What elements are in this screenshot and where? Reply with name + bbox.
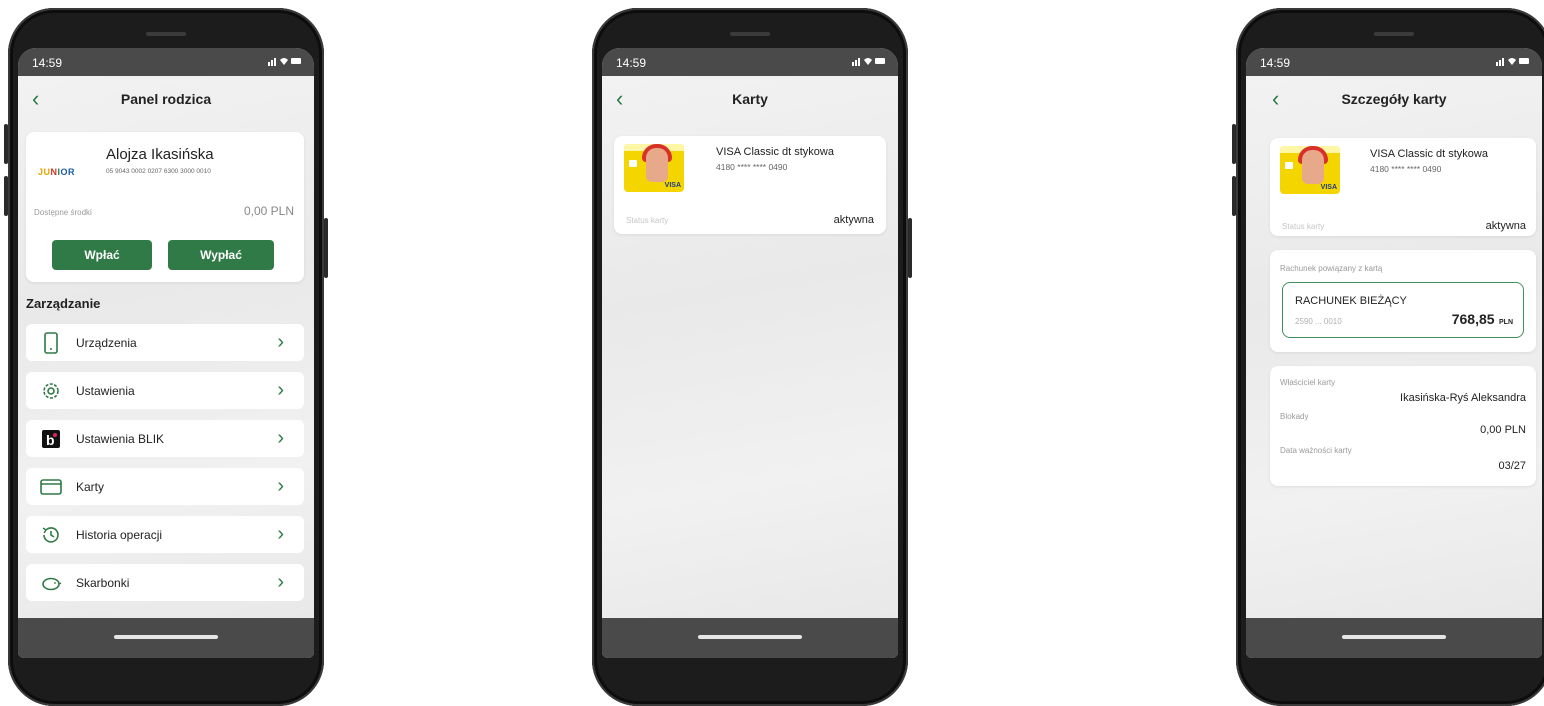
withdraw-button[interactable]: Wypłać: [168, 240, 274, 270]
card-status-value: aktywna: [833, 214, 874, 226]
available-value: 0,00 PLN: [243, 204, 294, 218]
linked-account-box[interactable]: RACHUNEK BIEŻĄCY 2590 ... 0010 768,85 PL…: [1282, 282, 1524, 338]
linked-account-currency: PLN: [1499, 319, 1513, 326]
card-status-label: Status karty: [1282, 222, 1325, 231]
phone-card-details: 14:59 ‹ Szczegóły karty VISA VISA Classi…: [1232, 8, 1544, 706]
nav-bar: ‹ Karty: [602, 76, 898, 124]
speaker: [730, 32, 770, 36]
section-title: Zarządzanie: [26, 296, 101, 311]
menu-item-cards[interactable]: Karty ›: [26, 468, 304, 505]
chevron-right-icon: ›: [277, 427, 284, 449]
phone-panel: 14:59 ‹ Panel rodzica JUNIOR Alojza Ikas…: [4, 8, 328, 706]
menu-item-label: Urządzenia: [76, 336, 137, 350]
menu-item-history[interactable]: Historia operacji ›: [26, 516, 304, 553]
status-indicators: [852, 56, 886, 69]
menu-item-devices[interactable]: Urządzenia ›: [26, 324, 304, 361]
chevron-right-icon: ›: [277, 379, 284, 401]
status-time: 14:59: [1260, 56, 1291, 70]
card-status-value: aktywna: [1485, 220, 1526, 232]
page-title: Panel rodzica: [120, 91, 212, 107]
account-owner-name: Alojza Ikasińska: [106, 146, 214, 163]
menu-item-settings[interactable]: Ustawienia ›: [26, 372, 304, 409]
card-name: VISA Classic dt stykowa: [716, 146, 834, 158]
menu-item-blik[interactable]: b Ustawienia BLIK ›: [26, 420, 304, 457]
deposit-button[interactable]: Wpłać: [52, 240, 152, 270]
piggy-bank-icon: [40, 572, 62, 594]
account-number: 05 9043 0002 0207 6300 3000 0010: [106, 168, 211, 175]
linked-account-name: RACHUNEK BIEŻĄCY: [1295, 295, 1407, 307]
power-button: [908, 218, 912, 278]
history-icon: [40, 524, 62, 546]
nav-bar: ‹ Szczegóły karty: [1246, 76, 1542, 124]
card-number: 4180 **** **** 0490: [1370, 164, 1442, 174]
home-bar-area: [1246, 618, 1542, 658]
menu-item-piggy-banks[interactable]: Skarbonki ›: [26, 564, 304, 601]
card-name: VISA Classic dt stykowa: [1370, 148, 1488, 160]
chevron-right-icon: ›: [277, 523, 284, 545]
menu-item-label: Karty: [76, 480, 105, 494]
linked-account-number: 2590 ... 0010: [1295, 317, 1342, 326]
screen-panel: 14:59 ‹ Panel rodzica JUNIOR Alojza Ikas…: [18, 48, 314, 658]
blocks-label: Blokady: [1280, 412, 1309, 421]
chevron-right-icon: ›: [277, 571, 284, 593]
chevron-right-icon: ›: [277, 475, 284, 497]
home-bar-area: [18, 618, 314, 658]
junior-logo: JUNIOR: [38, 167, 76, 177]
gear-icon: [40, 380, 62, 402]
home-bar-area: [602, 618, 898, 658]
owner-value: Ikasińska-Ryś Aleksandra: [1400, 392, 1526, 404]
menu-item-label: Ustawienia BLIK: [76, 432, 165, 446]
side-button: [4, 124, 8, 164]
linked-account-section: Rachunek powiązany z kartą RACHUNEK BIEŻ…: [1270, 250, 1536, 352]
side-button: [1232, 124, 1236, 164]
status-bar: 14:59: [602, 48, 898, 76]
expiry-value: 03/27: [1498, 460, 1526, 472]
card-status-label: Status karty: [626, 216, 669, 225]
linked-account-balance: 768,85 PLN: [1452, 311, 1513, 329]
owner-label: Właściciel karty: [1280, 378, 1336, 387]
card-list-item[interactable]: VISA VISA Classic dt stykowa 4180 **** *…: [614, 136, 886, 234]
phone-icon: [40, 332, 62, 354]
menu-item-label: Historia operacji: [76, 528, 163, 542]
phone-cards: 14:59 ‹ Karty VISA VISA Classic dt styko…: [592, 8, 912, 706]
chevron-right-icon: ›: [277, 331, 284, 353]
status-bar: 14:59: [1246, 48, 1542, 76]
speaker: [1374, 32, 1414, 36]
card-thumbnail: VISA: [1280, 146, 1340, 194]
screen-cards: 14:59 ‹ Karty VISA VISA Classic dt styko…: [602, 48, 898, 658]
card-thumbnail: VISA: [624, 144, 684, 192]
expiry-label: Data ważności karty: [1280, 446, 1352, 455]
home-indicator[interactable]: [114, 635, 218, 639]
side-button: [4, 176, 8, 216]
home-indicator[interactable]: [698, 635, 802, 639]
menu-item-label: Skarbonki: [76, 576, 130, 590]
account-card: JUNIOR Alojza Ikasińska 05 9043 0002 020…: [26, 132, 304, 282]
card-number: 4180 **** **** 0490: [716, 162, 788, 172]
status-time: 14:59: [32, 56, 63, 70]
status-bar: 14:59: [18, 48, 314, 76]
screen-card-details: 14:59 ‹ Szczegóły karty VISA VISA Classi…: [1246, 48, 1542, 658]
card-icon: [40, 476, 62, 498]
page-title: Szczegóły karty: [1341, 91, 1447, 107]
linked-account-label: Rachunek powiązany z kartą: [1280, 264, 1383, 273]
status-time: 14:59: [616, 56, 647, 70]
linked-account-amount: 768,85: [1451, 311, 1495, 327]
blik-icon: b: [40, 428, 62, 450]
blocks-value: 0,00 PLN: [1480, 424, 1526, 436]
menu-item-label: Ustawienia: [76, 384, 135, 398]
side-button: [1232, 176, 1236, 216]
power-button: [324, 218, 328, 278]
home-indicator[interactable]: [1342, 635, 1446, 639]
status-indicators: [268, 56, 302, 69]
page-title: Karty: [732, 91, 768, 107]
speaker: [146, 32, 186, 36]
available-label: Dostępne środki: [34, 208, 92, 217]
status-indicators: [1496, 56, 1530, 69]
nav-bar: ‹ Panel rodzica: [18, 76, 314, 124]
card-summary: VISA VISA Classic dt stykowa 4180 **** *…: [1270, 138, 1536, 236]
card-details-section: Właściciel karty Ikasińska-Ryś Aleksandr…: [1270, 366, 1536, 486]
